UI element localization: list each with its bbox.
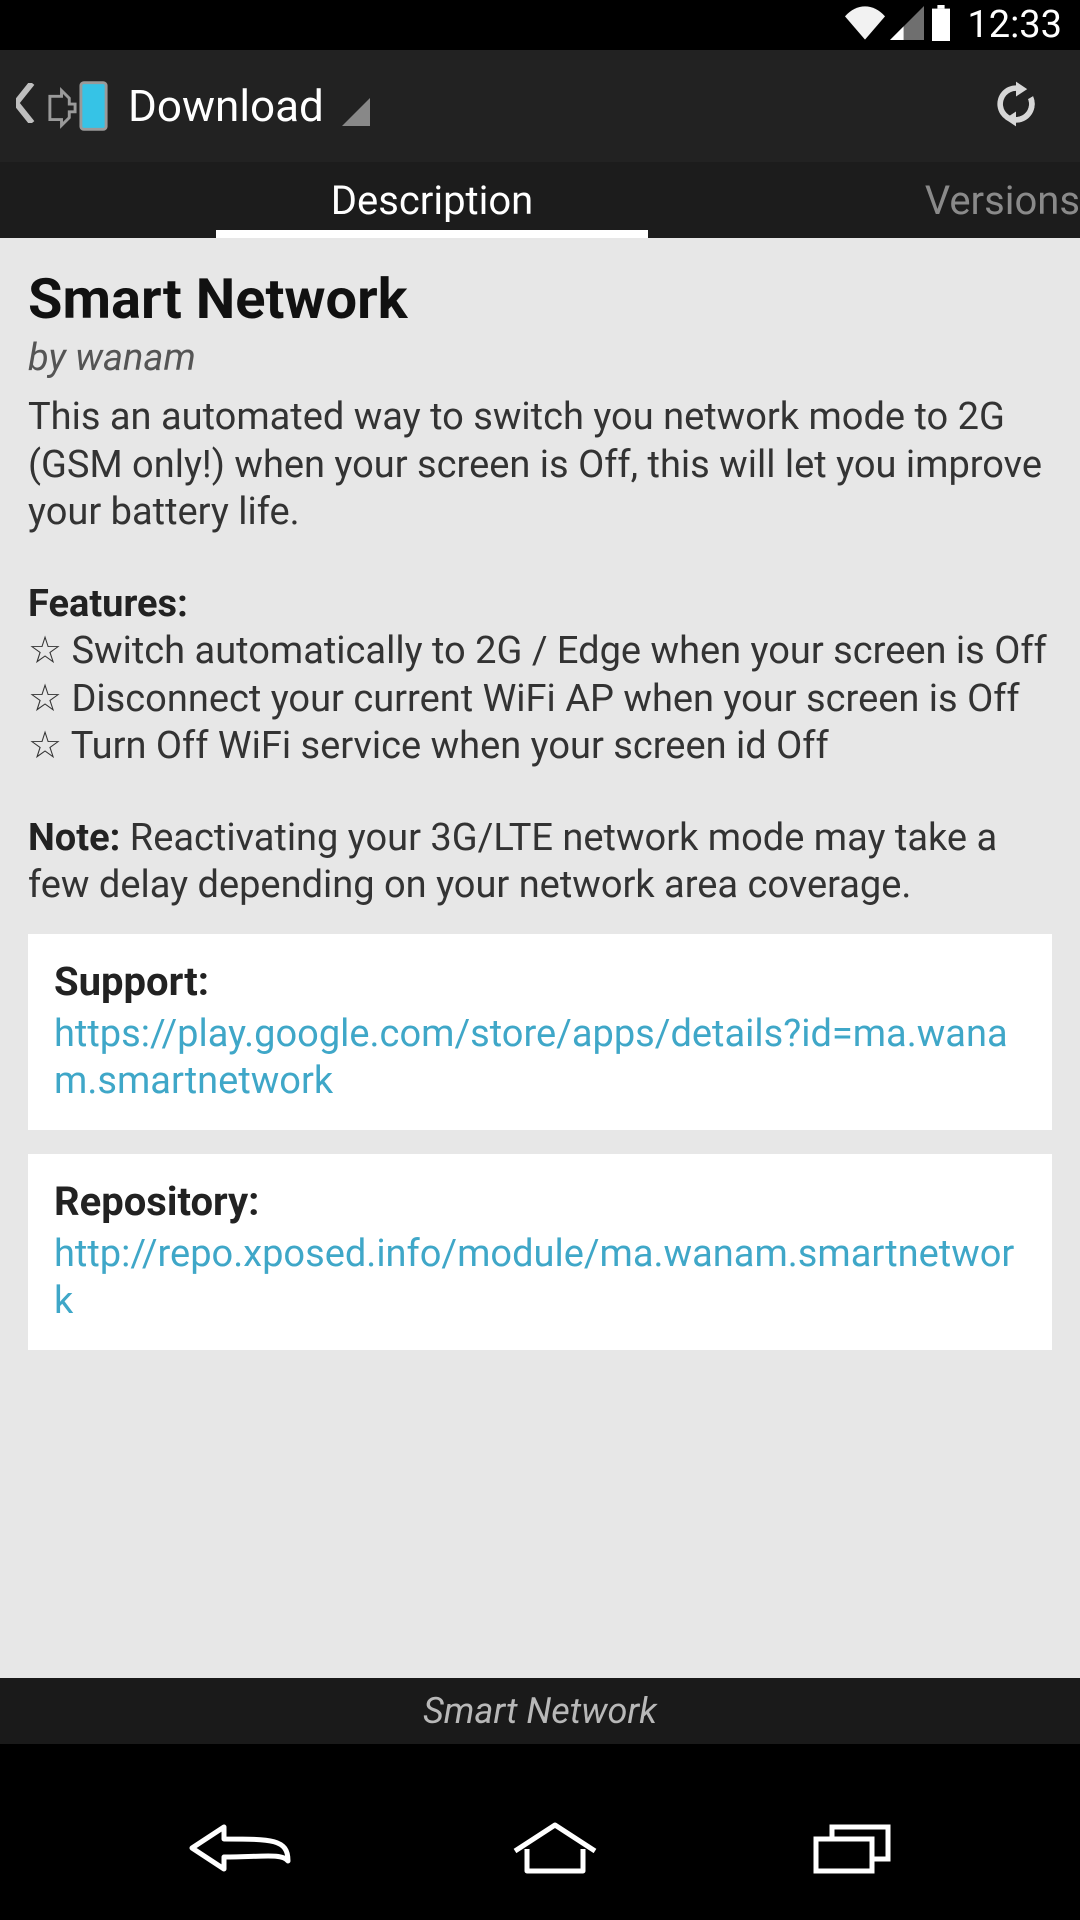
module-title: Smart Network [28, 266, 1052, 332]
action-bar: Download [0, 50, 1080, 162]
status-icons [845, 5, 953, 45]
battery-icon [929, 5, 953, 45]
status-bar: 12:33 [0, 0, 1080, 50]
navigation-bar [0, 1776, 1080, 1920]
tab-versions[interactable]: Versions [648, 162, 1080, 238]
support-card: Support: https://play.google.com/store/a… [28, 934, 1052, 1130]
module-author: by wanam [28, 336, 1052, 380]
wifi-icon [845, 6, 885, 44]
title-dropdown[interactable]: Download [128, 80, 370, 132]
features-heading: Features: [28, 582, 188, 626]
note-block: Note: Reactivating your 3G/LTE network m… [28, 815, 1052, 910]
footer-module-name: Smart Network [0, 1678, 1080, 1744]
repository-link[interactable]: http://repo.xposed.info/module/ma.wanam.… [54, 1231, 1026, 1326]
feature-item: ☆ Switch automatically to 2G / Edge when… [28, 629, 1047, 673]
module-intro: This an automated way to switch you netw… [28, 394, 1052, 537]
refresh-button[interactable] [960, 76, 1072, 136]
nav-back-button[interactable] [182, 1819, 302, 1877]
note-body: Reactivating your 3G/LTE network mode ma… [28, 816, 997, 908]
spacer [0, 1744, 1080, 1776]
tab-label: Description [331, 177, 534, 224]
support-heading: Support: [54, 958, 1026, 1005]
repository-heading: Repository: [54, 1178, 1026, 1225]
tab-bar: Description Versions [0, 162, 1080, 238]
cellular-icon [889, 6, 925, 44]
feature-item: ☆ Disconnect your current WiFi AP when y… [28, 677, 1020, 721]
nav-recents-button[interactable] [808, 1819, 898, 1877]
back-button[interactable] [8, 78, 40, 135]
tab-label: Versions [925, 177, 1080, 224]
repository-card: Repository: http://repo.xposed.info/modu… [28, 1154, 1052, 1350]
content-scroll[interactable]: Smart Network by wanam This an automated… [0, 238, 1080, 1678]
feature-item: ☆ Turn Off WiFi service when your screen… [28, 724, 829, 768]
action-bar-title: Download [128, 80, 324, 132]
dropdown-indicator-icon [342, 98, 370, 126]
footer-label-text: Smart Network [423, 1690, 657, 1732]
support-link[interactable]: https://play.google.com/store/apps/detai… [54, 1011, 1026, 1106]
tab-description[interactable]: Description [216, 162, 648, 238]
status-time: 12:33 [967, 3, 1062, 47]
features-block: Features: ☆ Switch automatically to 2G /… [28, 581, 1052, 771]
xposed-app-icon[interactable] [46, 74, 110, 138]
note-heading: Note: [28, 816, 120, 860]
nav-home-button[interactable] [507, 1819, 603, 1877]
